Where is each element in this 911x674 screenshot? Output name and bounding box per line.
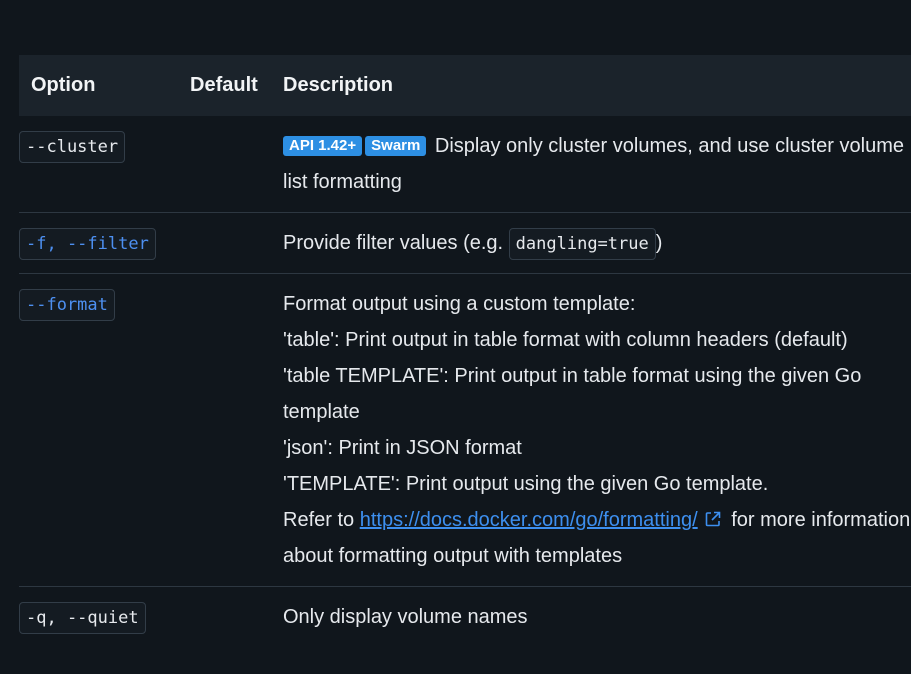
- format-line: 'table': Print output in table format wi…: [283, 329, 848, 351]
- option-code-cluster: --cluster: [19, 131, 126, 163]
- option-code-quiet: -q, --quiet: [19, 602, 146, 634]
- description-cell: Format output using a custom template: '…: [283, 274, 911, 586]
- format-line: Format output using a custom template:: [283, 293, 636, 315]
- table-header: Option Default Description: [19, 55, 911, 116]
- header-option: Option: [31, 74, 96, 96]
- option-cell: --format: [19, 274, 283, 586]
- option-link-format[interactable]: --format: [19, 289, 115, 321]
- quiet-description: Only display volume names: [283, 606, 528, 628]
- format-line: 'TEMPLATE': Print output using the given…: [283, 473, 769, 495]
- filter-example-code: dangling=true: [508, 227, 656, 260]
- refer-prefix: Refer to: [283, 509, 355, 531]
- filter-description-suffix: ): [655, 232, 663, 254]
- option-cell: -q, --quiet: [19, 587, 283, 649]
- formatting-docs-link[interactable]: https://docs.docker.com/go/formatting/: [360, 509, 698, 531]
- filter-description-prefix: Provide filter values (e.g.: [283, 232, 504, 254]
- description-cell: Only display volume names: [283, 587, 911, 649]
- description-cell: Provide filter values (e.g. dangling=tru…: [283, 213, 911, 273]
- format-line: 'table TEMPLATE': Print output in table …: [283, 365, 862, 423]
- option-link-filter[interactable]: -f, --filter: [19, 228, 156, 260]
- header-description: Description: [283, 74, 394, 96]
- option-cell: --cluster: [19, 116, 283, 212]
- table-row: --cluster API 1.42+ Swarm Display only cl…: [19, 116, 911, 213]
- options-table: Option Default Description --cluster API…: [19, 55, 911, 649]
- swarm-badge: Swarm: [365, 136, 427, 156]
- api-version-badge: API 1.42+: [283, 136, 363, 156]
- format-line: 'json': Print in JSON format: [283, 437, 522, 459]
- option-cell: -f, --filter: [19, 213, 283, 273]
- table-row: -q, --quiet Only display volume names: [19, 587, 911, 649]
- table-row: -f, --filter Provide filter values (e.g.…: [19, 213, 911, 274]
- external-link-icon[interactable]: [704, 510, 722, 528]
- header-default: Default: [190, 74, 258, 96]
- description-cell: API 1.42+ Swarm Display only cluster volu…: [283, 116, 911, 212]
- table-row: --format Format output using a custom te…: [19, 274, 911, 587]
